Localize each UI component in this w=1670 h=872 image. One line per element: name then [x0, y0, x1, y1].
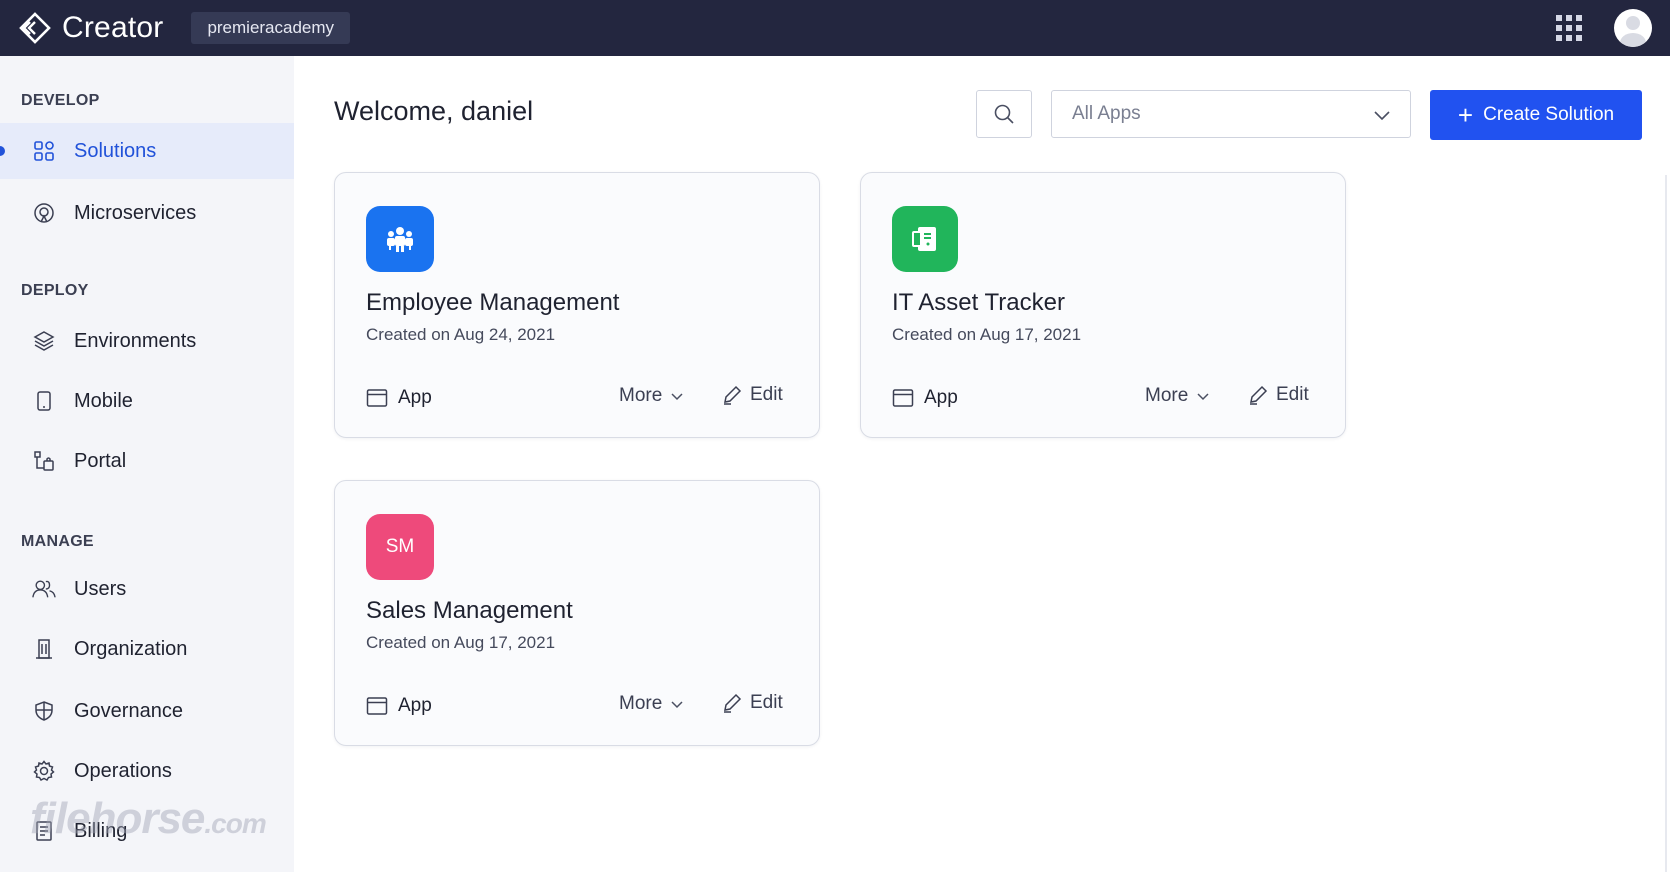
more-menu-button[interactable]: More	[619, 693, 684, 715]
edit-button[interactable]: Edit	[722, 384, 783, 406]
portal-icon	[32, 449, 56, 473]
org-switcher[interactable]: premieracademy	[191, 12, 351, 44]
edit-button[interactable]: Edit	[1248, 384, 1309, 406]
solution-name[interactable]: IT Asset Tracker	[892, 289, 1065, 317]
sidebar-item-label: Environments	[74, 329, 197, 352]
gear-icon	[32, 759, 56, 783]
apps-filter-select[interactable]: All Apps	[1051, 90, 1411, 138]
sidebar-item-governance[interactable]: Governance	[0, 683, 294, 739]
solution-created-date: Created on Aug 17, 2021	[892, 325, 1082, 344]
page-title: Welcome, daniel	[334, 96, 534, 126]
sidebar-item-label: Users	[74, 577, 127, 600]
watermark: filehorse.com	[30, 794, 267, 843]
sidebar-item-mobile[interactable]: Mobile	[0, 373, 294, 429]
top-bar: Creator premieracademy	[0, 0, 1670, 56]
pencil-icon	[724, 385, 742, 405]
chevron-down-icon	[1197, 393, 1209, 401]
sidebar-item-organization[interactable]: Organization	[0, 621, 294, 677]
sidebar-item-label: Governance	[74, 699, 183, 722]
chevron-down-icon	[1374, 111, 1390, 121]
create-solution-button[interactable]: + Create Solution	[1430, 90, 1642, 140]
solution-card[interactable]: IT Asset Tracker Created on Aug 17, 2021…	[860, 172, 1346, 438]
apps-grid-icon[interactable]	[1556, 15, 1582, 41]
apps-filter-value: All Apps	[1072, 103, 1141, 124]
search-icon	[994, 104, 1014, 124]
active-indicator	[0, 146, 5, 156]
sidebar-item-environments[interactable]: Environments	[0, 313, 294, 369]
more-menu-button[interactable]: More	[1145, 385, 1210, 407]
logo[interactable]: Creator	[18, 11, 163, 45]
chevron-down-icon	[671, 393, 683, 401]
scrollbar-track[interactable]	[1665, 175, 1667, 872]
solution-card[interactable]: Employee Management Created on Aug 24, 2…	[334, 172, 820, 438]
shield-icon	[32, 699, 56, 723]
microservices-icon	[32, 201, 56, 225]
building-icon	[32, 637, 56, 661]
app-link[interactable]: App	[366, 387, 432, 409]
window-icon	[366, 697, 388, 715]
app-link[interactable]: App	[366, 695, 432, 717]
solution-card[interactable]: SM Sales Management Created on Aug 17, 2…	[334, 480, 820, 746]
plus-icon: +	[1457, 100, 1474, 130]
sidebar-item-label: Solutions	[74, 139, 157, 162]
asset-icon	[892, 206, 958, 272]
app-link[interactable]: App	[892, 387, 958, 409]
sidebar-item-label: Mobile	[74, 389, 133, 412]
solution-name[interactable]: Sales Management	[366, 597, 573, 625]
people-icon	[366, 206, 434, 272]
pencil-icon	[1250, 385, 1268, 405]
sidebar-item-label: Operations	[74, 759, 172, 782]
sidebar-item-label: Microservices	[74, 201, 197, 224]
solution-created-date: Created on Aug 17, 2021	[366, 633, 556, 652]
sidebar-item-label: Portal	[74, 449, 127, 472]
sidebar-item-microservices[interactable]: Microservices	[0, 185, 294, 241]
window-icon	[892, 389, 914, 407]
sidebar-item-users[interactable]: Users	[0, 561, 294, 617]
window-icon	[366, 389, 388, 407]
section-title-develop: DEVELOP	[21, 92, 100, 109]
sidebar: DEVELOP Solutions Microservices DEPLOY E…	[0, 56, 294, 872]
solution-name[interactable]: Employee Management	[366, 289, 619, 317]
sidebar-item-label: Organization	[74, 637, 188, 660]
users-icon	[32, 577, 56, 601]
solution-initials: SM	[366, 514, 434, 580]
create-solution-label: Create Solution	[1483, 104, 1615, 125]
sidebar-item-portal[interactable]: Portal	[0, 433, 294, 489]
pencil-icon	[724, 693, 742, 713]
section-title-deploy: DEPLOY	[21, 282, 89, 299]
creator-logo-icon	[19, 12, 51, 44]
grid-icon	[32, 139, 56, 163]
mobile-icon	[32, 389, 56, 413]
edit-button[interactable]: Edit	[722, 692, 783, 714]
more-menu-button[interactable]: More	[619, 385, 684, 407]
sidebar-item-operations[interactable]: Operations	[0, 743, 294, 799]
layers-icon	[32, 329, 56, 353]
sidebar-item-solutions[interactable]: Solutions	[0, 123, 294, 179]
avatar[interactable]	[1614, 9, 1652, 47]
search-button[interactable]	[976, 90, 1032, 138]
app-name: Creator	[62, 11, 164, 44]
solution-created-date: Created on Aug 24, 2021	[366, 325, 556, 344]
section-title-manage: MANAGE	[21, 533, 94, 550]
chevron-down-icon	[671, 701, 683, 709]
